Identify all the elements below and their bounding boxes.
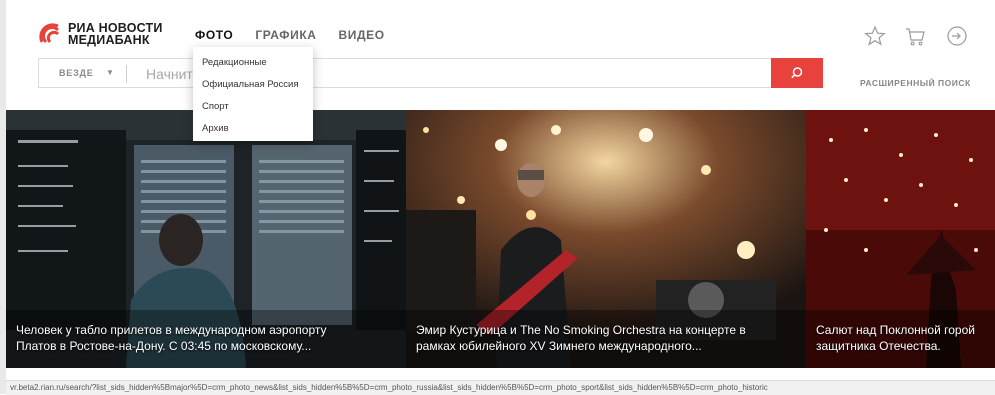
photo-dropdown-menu: Редакционные Официальная Россия Спорт Ар…: [193, 47, 313, 141]
caption-line-1: Салют над Поклонной горой: [816, 323, 975, 337]
caption-line-2: защитника Отечества.: [816, 339, 941, 353]
dropdown-item-archive[interactable]: Архив: [202, 123, 229, 134]
logo-mark-icon: [39, 23, 60, 44]
status-url: vr.beta2.rian.ru/search/?list_sids_hidde…: [10, 383, 768, 392]
gallery-tile[interactable]: Эмир Кустурица и The No Smoking Orchestr…: [406, 110, 806, 368]
login-icon[interactable]: [946, 25, 968, 47]
photo-gallery: Человек у табло прилетов в международном…: [6, 110, 995, 368]
main-nav: ФОТО ГРАФИКА ВИДЕО: [195, 28, 385, 42]
search-bar: ВЕЗДЕ ▼: [38, 58, 823, 88]
gallery-caption: Салют над Поклонной горой защитника Отеч…: [816, 322, 975, 354]
gallery-tile[interactable]: Салют над Поклонной горой защитника Отеч…: [806, 110, 995, 368]
search-scope-select[interactable]: ВЕЗДЕ: [59, 68, 94, 78]
cart-icon[interactable]: [904, 25, 926, 47]
nav-photo[interactable]: ФОТО: [195, 28, 233, 42]
logo-text: РИА НОВОСТИ МЕДИАБАНК: [68, 22, 163, 47]
logo-line-2: МЕДИАБАНК: [68, 33, 150, 47]
search-icon: [791, 67, 803, 79]
caption-line-1: Эмир Кустурица и The No Smoking Orchestr…: [416, 323, 746, 337]
dropdown-item-editorial[interactable]: Редакционные: [202, 57, 267, 68]
gallery-caption: Человек у табло прилетов в международном…: [16, 322, 326, 354]
nav-video[interactable]: ВИДЕО: [339, 28, 385, 42]
nav-graphics[interactable]: ГРАФИКА: [255, 28, 316, 42]
caption-line-1: Человек у табло прилетов в международном…: [16, 323, 327, 337]
gallery-caption: Эмир Кустурица и The No Smoking Orchestr…: [416, 322, 746, 354]
dropdown-item-sport[interactable]: Спорт: [202, 101, 229, 112]
search-button[interactable]: [771, 58, 823, 88]
advanced-search-link[interactable]: РАСШИРЕННЫЙ ПОИСК: [860, 78, 971, 88]
dropdown-item-official-russia[interactable]: Официальная Россия: [202, 79, 299, 90]
gallery-tile[interactable]: Человек у табло прилетов в международном…: [6, 110, 406, 368]
caption-line-2: Платов в Ростове-на-Дону. С 03:45 по мос…: [16, 339, 312, 353]
logo[interactable]: РИА НОВОСТИ МЕДИАБАНК: [38, 22, 163, 46]
browser-status-bar: vr.beta2.rian.ru/search/?list_sids_hidde…: [6, 380, 995, 395]
divider: [126, 65, 127, 83]
caption-line-2: рамках юбилейного XV Зимнего международн…: [416, 339, 702, 353]
star-icon[interactable]: [864, 25, 886, 47]
chevron-down-icon[interactable]: ▼: [106, 68, 114, 77]
